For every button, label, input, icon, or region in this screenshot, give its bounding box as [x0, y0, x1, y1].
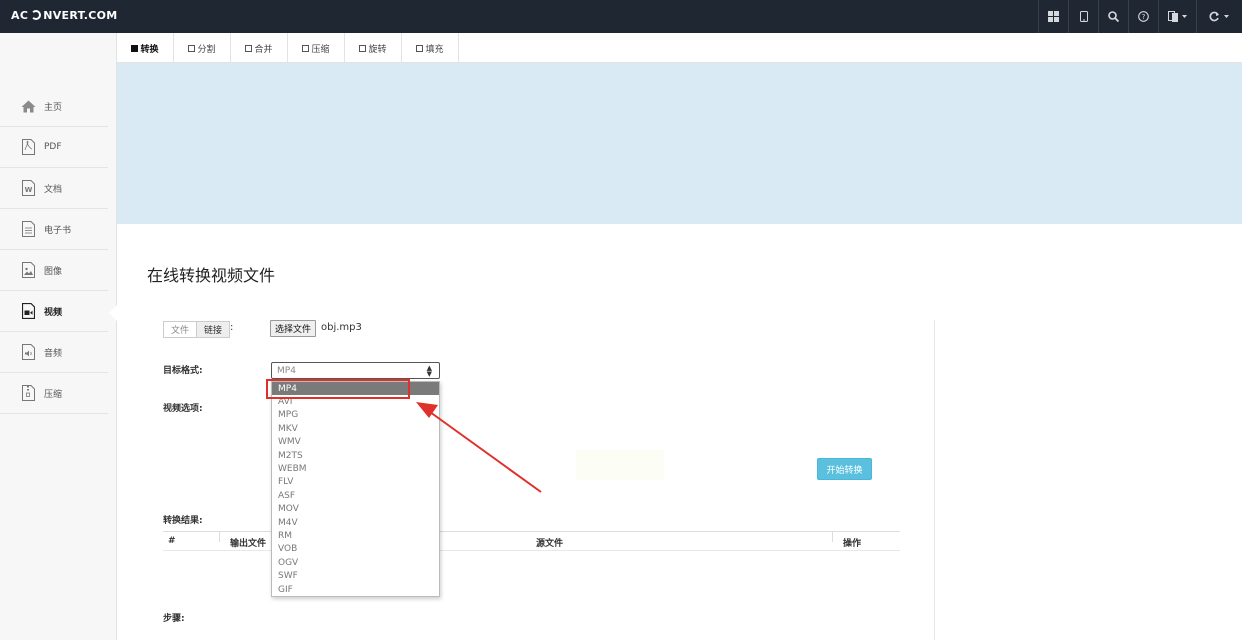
annotation-arrow-icon [416, 402, 542, 493]
